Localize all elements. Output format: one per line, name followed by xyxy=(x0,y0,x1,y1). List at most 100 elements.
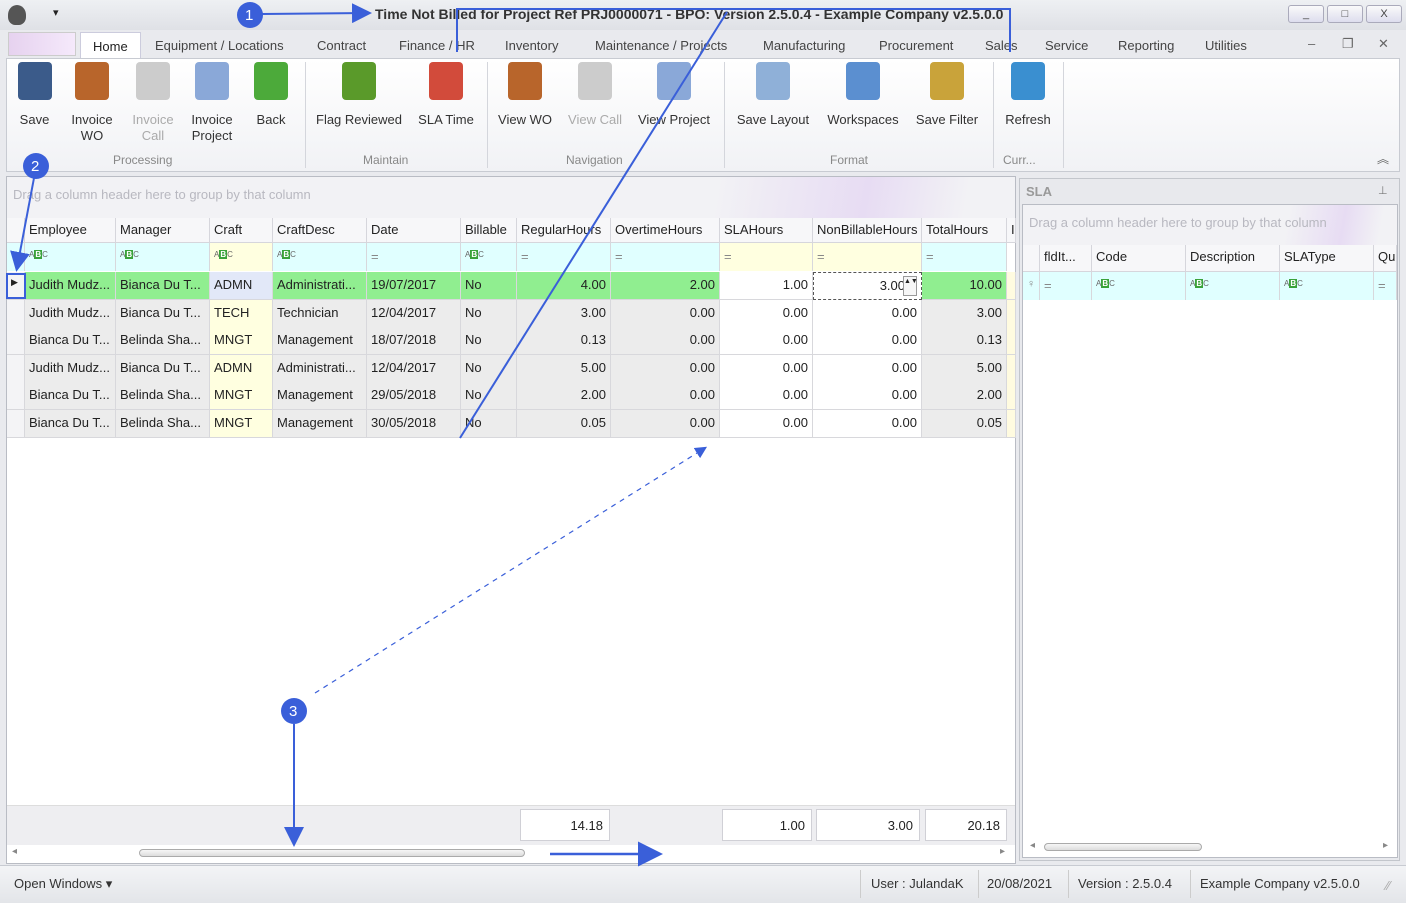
sla-scroll-right-icon[interactable]: ▸ xyxy=(1383,840,1388,851)
filter-cell-slahours[interactable]: = xyxy=(720,243,813,271)
column-header-regularhours[interactable]: RegularHours xyxy=(517,218,611,243)
sla-column-header-code[interactable]: Code xyxy=(1092,245,1186,272)
ribbon-button-save-filter[interactable]: Save Filter xyxy=(911,62,983,128)
filter-cell-regularhours[interactable]: = xyxy=(517,243,611,271)
maximize-button[interactable]: □ xyxy=(1327,5,1363,23)
sla-filter-cell[interactable]: ABC xyxy=(1280,272,1374,300)
column-header-date[interactable]: Date xyxy=(367,218,461,243)
sla-column-header-fldit[interactable]: fldIt... xyxy=(1040,245,1092,272)
cell-craftdesc: Management xyxy=(273,382,367,410)
mdi-close-icon[interactable]: ✕ xyxy=(1378,36,1389,52)
cell-nonbillablehours[interactable]: 0.00 xyxy=(813,409,922,438)
tab-manufacturing[interactable]: Manufacturing xyxy=(763,38,845,53)
column-header-nonbillablehours[interactable]: NonBillableHours xyxy=(813,218,922,243)
filter-cell-overtimehours[interactable]: = xyxy=(611,243,720,271)
ribbon-button-save[interactable]: Save xyxy=(12,62,57,128)
open-windows-button[interactable]: Open Windows ▾ xyxy=(14,876,112,892)
row-indicator[interactable] xyxy=(7,327,25,355)
row-indicator[interactable] xyxy=(7,354,25,383)
quick-access-dropdown-icon[interactable]: ▾ xyxy=(53,6,59,19)
cell-slahours[interactable]: 0.00 xyxy=(720,354,813,383)
tab-utilities[interactable]: Utilities xyxy=(1205,38,1247,53)
cell-slahours[interactable]: 0.00 xyxy=(720,299,813,328)
ribbon-button-flag-reviewed[interactable]: Flag Reviewed xyxy=(313,62,405,128)
sla-column-header-qu[interactable]: Qu xyxy=(1374,245,1397,272)
tab-equipment-locations[interactable]: Equipment / Locations xyxy=(155,38,284,53)
sla-filter-cell[interactable]: = xyxy=(1374,272,1397,300)
filter-cell-billable[interactable]: ABC xyxy=(461,243,517,271)
tab-procurement[interactable]: Procurement xyxy=(879,38,953,53)
ribbon-button-view-call[interactable]: View Call xyxy=(564,62,626,128)
row-indicator[interactable]: ▶ xyxy=(7,272,25,300)
filter-cell-totalhours[interactable]: = xyxy=(922,243,1007,271)
column-header-craft[interactable]: Craft xyxy=(210,218,273,243)
sla-group-panel[interactable]: Drag a column header here to group by th… xyxy=(1023,205,1397,245)
row-indicator[interactable] xyxy=(7,409,25,438)
mdi-restore-icon[interactable]: ❐ xyxy=(1342,36,1354,52)
sla-filter-cell[interactable]: ABC xyxy=(1092,272,1186,300)
column-header-overtimehours[interactable]: OvertimeHours xyxy=(611,218,720,243)
close-button[interactable]: X xyxy=(1366,5,1402,23)
filter-cell-nonbillablehours[interactable]: = xyxy=(813,243,922,271)
ribbon-button-save-layout[interactable]: Save Layout xyxy=(733,62,813,128)
sla-column-header-slatype[interactable]: SLAType xyxy=(1280,245,1374,272)
column-header-employee[interactable]: Employee xyxy=(25,218,116,243)
ribbon-button-invoice-call[interactable]: Invoice Call xyxy=(127,62,179,144)
filter-cell-craftdesc[interactable]: ABC xyxy=(273,243,367,271)
tab-inventory[interactable]: Inventory xyxy=(505,38,558,53)
sla-horizontal-scrollbar[interactable] xyxy=(1044,843,1202,851)
horizontal-scrollbar[interactable] xyxy=(139,849,525,857)
ribbon-button-sla-time[interactable]: SLA Time xyxy=(415,62,477,128)
tab-home[interactable]: Home xyxy=(80,32,141,60)
cell-nonbillablehours[interactable]: 0.00 xyxy=(813,327,922,355)
filter-cell-employee[interactable]: ABC xyxy=(25,243,116,271)
resize-grip-icon[interactable]: ⁄⁄ xyxy=(1386,878,1390,893)
row-indicator[interactable] xyxy=(7,299,25,328)
sla-filter-cell[interactable]: = xyxy=(1040,272,1092,300)
back-arrow-icon xyxy=(254,62,288,100)
tab-contract[interactable]: Contract xyxy=(317,38,366,53)
ribbon-button-refresh[interactable]: Refresh xyxy=(1000,62,1056,128)
cell-nonbillablehours[interactable]: 0.00 xyxy=(813,354,922,383)
filter-cell-date[interactable]: = xyxy=(367,243,461,271)
pin-icon[interactable]: ⊥ xyxy=(1378,184,1388,197)
scroll-left-icon[interactable]: ◂ xyxy=(12,846,17,857)
ribbon-button-workspaces[interactable]: Workspaces xyxy=(824,62,902,128)
column-header-craftdesc[interactable]: CraftDesc xyxy=(273,218,367,243)
ribbon-button-view-wo[interactable]: View WO xyxy=(494,62,556,128)
tab-service[interactable]: Service xyxy=(1045,38,1088,53)
filter-cell-craft[interactable]: ABC xyxy=(210,243,273,271)
scroll-right-icon[interactable]: ▸ xyxy=(1000,846,1005,857)
column-header-slahours[interactable]: SLAHours xyxy=(720,218,813,243)
column-header-totalhours[interactable]: TotalHours xyxy=(922,218,1007,243)
spin-button[interactable]: ▲▼ xyxy=(903,276,918,296)
column-header-i[interactable]: I xyxy=(1007,218,1016,243)
minimize-button[interactable]: _ xyxy=(1288,5,1324,23)
tab-reporting[interactable]: Reporting xyxy=(1118,38,1174,53)
ribbon-button-back[interactable]: Back xyxy=(250,62,292,128)
tab-sales[interactable]: Sales xyxy=(985,38,1018,53)
column-header-billable[interactable]: Billable xyxy=(461,218,517,243)
sla-scroll-left-icon[interactable]: ◂ xyxy=(1030,840,1035,851)
mdi-minimize-icon[interactable]: – xyxy=(1308,36,1315,51)
cell-slahours[interactable]: 0.00 xyxy=(720,327,813,355)
ribbon-button-invoice-wo[interactable]: Invoice WO xyxy=(66,62,118,144)
cell-nonbillablehours[interactable]: 0.00 xyxy=(813,382,922,410)
collapse-ribbon-icon[interactable]: ︽ xyxy=(1377,150,1389,167)
text-filter-icon: ABC xyxy=(465,250,484,259)
group-panel[interactable]: Drag a column header here to group by th… xyxy=(7,177,1015,218)
ribbon-button-view-project[interactable]: View Project xyxy=(634,62,714,128)
tab-finance-hr[interactable]: Finance / HR xyxy=(399,38,475,53)
cell-slahours[interactable]: 0.00 xyxy=(720,409,813,438)
filter-cell-manager[interactable]: ABC xyxy=(116,243,210,271)
column-header-manager[interactable]: Manager xyxy=(116,218,210,243)
tab-maintenance-projects[interactable]: Maintenance / Projects xyxy=(595,38,727,53)
row-indicator[interactable] xyxy=(7,382,25,410)
ribbon-button-invoice-project[interactable]: Invoice Project xyxy=(185,62,239,144)
cell-nonbillablehours[interactable]: 0.00 xyxy=(813,299,922,328)
cell-slahours[interactable]: 0.00 xyxy=(720,382,813,410)
sla-column-header-description[interactable]: Description xyxy=(1186,245,1280,272)
sla-filter-cell[interactable]: ABC xyxy=(1186,272,1280,300)
application-menu-button[interactable] xyxy=(8,32,76,56)
cell-slahours[interactable]: 1.00 xyxy=(720,272,813,300)
